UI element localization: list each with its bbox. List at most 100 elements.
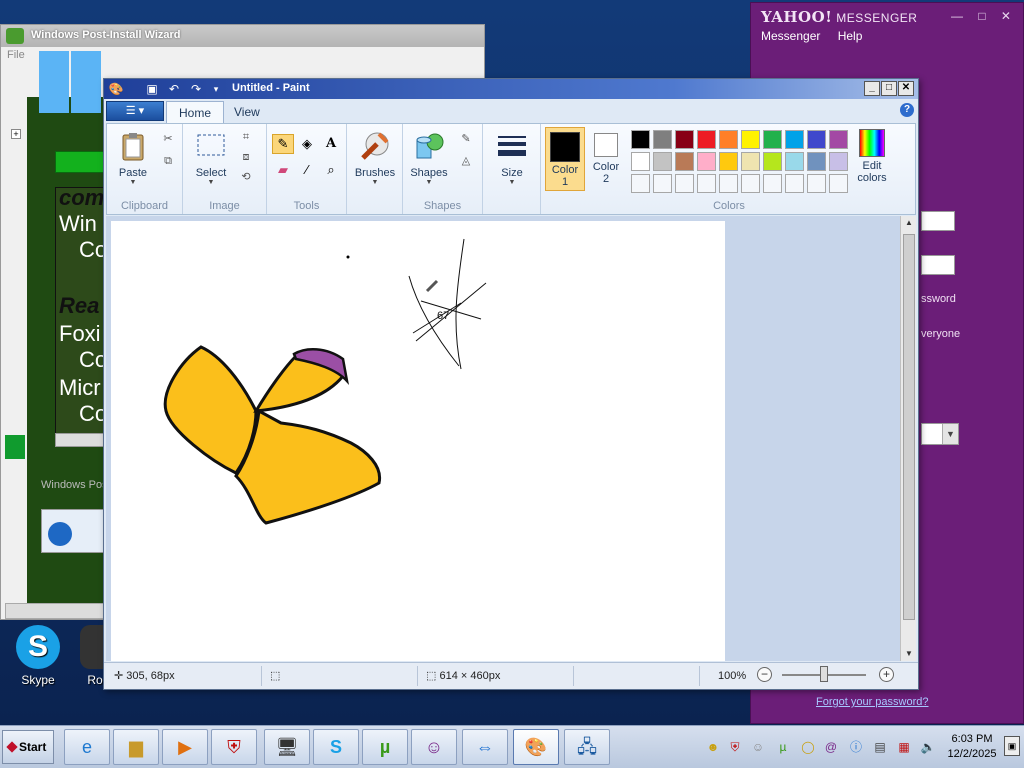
yahoo-icon[interactable]: ☺ (411, 729, 457, 765)
palette-swatch[interactable] (807, 174, 826, 193)
wizard-media-player[interactable] (41, 509, 105, 553)
folder-icon[interactable]: ▆ (113, 729, 159, 765)
quick-access-dropdown-icon[interactable]: ▾ (208, 81, 224, 97)
resize-icon[interactable]: ⧈ (237, 148, 255, 166)
save-icon[interactable]: ▣ (144, 81, 160, 97)
brushes-button[interactable]: Brushes ▼ (353, 130, 397, 186)
shield-icon[interactable]: ⛨ (211, 729, 257, 765)
palette-swatch[interactable] (807, 152, 826, 171)
palette-swatch[interactable] (653, 130, 672, 149)
paint-app-icon[interactable]: 🎨 (108, 81, 124, 97)
palette-swatch[interactable] (631, 152, 650, 171)
palette-swatch[interactable] (697, 152, 716, 171)
magnifier-icon[interactable]: ⌕ (320, 160, 342, 180)
cut-icon[interactable]: ✂ (159, 130, 177, 148)
clock[interactable]: 6:03 PM 12/2/2025 (942, 732, 1002, 762)
shapes-button[interactable]: Shapes ▼ (407, 130, 451, 186)
outline-icon[interactable]: ✎ (457, 130, 475, 148)
tray-network-icon[interactable]: ▤ (872, 739, 888, 755)
vertical-scrollbar[interactable]: ▲ ▼ (900, 216, 916, 661)
copy-icon[interactable]: ⧉ (159, 152, 177, 170)
tray-alert-icon[interactable]: ▦ (896, 739, 912, 755)
tray-utorrent-icon[interactable]: µ (775, 739, 791, 755)
palette-swatch[interactable] (829, 130, 848, 149)
tray-people-icon[interactable]: ☻ (705, 739, 721, 755)
tray-volume-icon[interactable]: 🔈 (920, 739, 936, 755)
palette-swatch[interactable] (631, 174, 650, 193)
wizard-menu-file[interactable]: File (7, 49, 25, 61)
expand-icon[interactable]: + (11, 129, 21, 139)
palette-swatch[interactable] (697, 130, 716, 149)
palette-swatch[interactable] (829, 152, 848, 171)
palette-swatch[interactable] (785, 174, 804, 193)
palette-swatch[interactable] (631, 130, 650, 149)
forgot-password-link[interactable]: Forgot your password? (816, 696, 929, 708)
scrollbar-thumb[interactable] (903, 234, 915, 620)
tray-smiley-icon[interactable]: ☺ (750, 739, 766, 755)
rotate-icon[interactable]: ⟲ (237, 168, 255, 186)
scroll-down-icon[interactable]: ▼ (901, 647, 917, 661)
edit-colors-button[interactable]: Edit colors (851, 127, 893, 184)
palette-swatch[interactable] (697, 174, 716, 193)
yahoo-window-controls[interactable]: — □ ✕ (951, 9, 1017, 23)
drawing-canvas[interactable]: 67 (111, 221, 725, 661)
palette-swatch[interactable] (829, 174, 848, 193)
minimize-button[interactable]: _ (864, 81, 880, 96)
close-button[interactable]: ✕ (898, 81, 914, 96)
palette-swatch[interactable] (653, 152, 672, 171)
color2-button[interactable]: Color 2 (589, 127, 623, 191)
palette-swatch[interactable] (719, 174, 738, 193)
tab-view[interactable]: View (222, 101, 272, 123)
skype-desktop-icon[interactable]: S Skype (8, 625, 68, 687)
palette-swatch[interactable] (741, 130, 760, 149)
paint-title-bar[interactable]: 🎨 ▣ ↶ ↷ ▾ Untitled - Paint _ □ ✕ (104, 79, 918, 99)
network-icon[interactable]: 🖧 (564, 729, 610, 765)
tab-home[interactable]: Home (166, 101, 225, 123)
start-button[interactable]: Start (2, 730, 54, 764)
palette-swatch[interactable] (719, 130, 738, 149)
zoom-slider-thumb[interactable] (820, 666, 828, 682)
palette-swatch[interactable] (785, 130, 804, 149)
wizard-horizontal-scrollbar[interactable] (55, 433, 105, 447)
media-icon[interactable]: ▶ (162, 729, 208, 765)
yahoo-menu-messenger[interactable]: Messenger (761, 29, 820, 43)
undo-icon[interactable]: ↶ (166, 81, 182, 97)
palette-swatch[interactable] (785, 152, 804, 171)
skype-icon[interactable]: S (313, 729, 359, 765)
zoom-in-button[interactable]: + (879, 667, 894, 682)
palette-swatch[interactable] (741, 152, 760, 171)
help-icon[interactable]: ? (900, 103, 914, 117)
size-button[interactable]: Size ▼ (490, 130, 534, 186)
select-button[interactable]: Select ▼ (189, 130, 233, 186)
palette-swatch[interactable] (763, 152, 782, 171)
yahoo-status-select[interactable]: ▼ (921, 423, 959, 445)
tray-chat-icon[interactable]: ◯ (800, 739, 816, 755)
paste-button[interactable]: Paste ▼ (111, 130, 155, 186)
paint-icon[interactable]: 🎨 (513, 729, 559, 765)
fill-icon[interactable]: ◈ (296, 134, 318, 154)
computer-icon[interactable]: 🖥 (264, 729, 310, 765)
text-icon[interactable]: A (320, 134, 342, 154)
show-desktop-button[interactable]: ▣ (1004, 736, 1020, 756)
teamviewer-icon[interactable]: ⇔ (462, 729, 508, 765)
yahoo-password-input[interactable] (921, 255, 955, 275)
ie-icon[interactable]: e (64, 729, 110, 765)
tray-at-icon[interactable]: @ (823, 739, 839, 755)
palette-swatch[interactable] (807, 130, 826, 149)
palette-swatch[interactable] (763, 174, 782, 193)
palette-swatch[interactable] (741, 174, 760, 193)
color1-button[interactable]: Color 1 (545, 127, 585, 191)
color-picker-icon[interactable]: ⁄ (296, 160, 318, 180)
file-menu-button[interactable]: ☰ ▾ (106, 101, 164, 121)
tray-shield-icon[interactable]: ⛨ (727, 739, 743, 755)
utorrent-icon[interactable]: µ (362, 729, 408, 765)
tray-info-icon[interactable]: ⓘ (848, 739, 864, 755)
pencil-icon[interactable]: ✎ (272, 134, 294, 154)
palette-swatch[interactable] (763, 130, 782, 149)
crop-icon[interactable]: ⌗ (237, 128, 255, 146)
palette-swatch[interactable] (719, 152, 738, 171)
yahoo-menu-help[interactable]: Help (838, 29, 863, 43)
yahoo-id-input[interactable] (921, 211, 955, 231)
palette-swatch[interactable] (675, 152, 694, 171)
maximize-button[interactable]: □ (881, 81, 897, 96)
